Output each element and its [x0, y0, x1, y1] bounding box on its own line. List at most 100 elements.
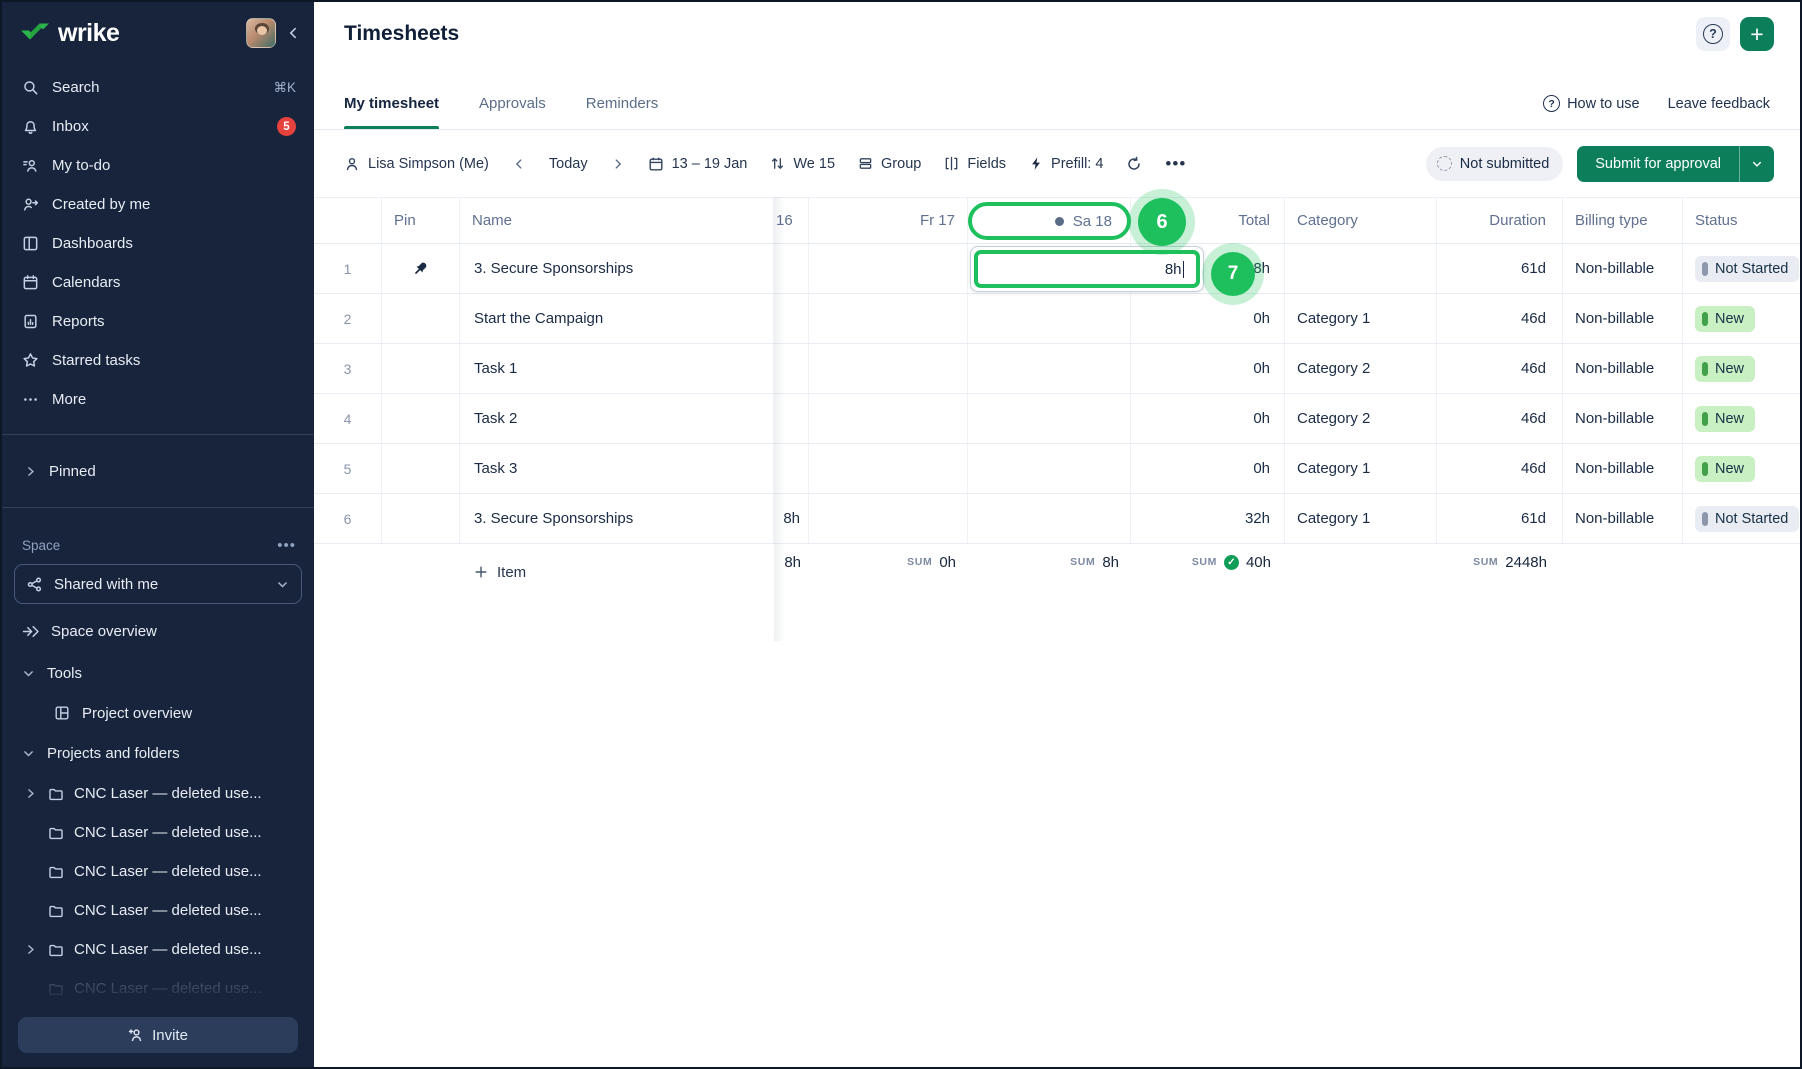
table-row[interactable]: 2Start the Campaign0hCategory 146dNon-bi… [314, 294, 1800, 344]
wrike-logo[interactable]: wrike [20, 19, 119, 48]
submission-status-badge[interactable]: Not submitted [1426, 147, 1563, 181]
space-selector[interactable]: Shared with me [14, 564, 302, 604]
leave-feedback-link[interactable]: Leave feedback [1668, 96, 1770, 112]
add-item-button[interactable]: Item [460, 544, 774, 594]
pin-cell[interactable] [382, 244, 460, 293]
sidebar-collapse-icon[interactable] [286, 26, 300, 40]
task-name-cell[interactable]: Task 1 [460, 344, 774, 393]
pin-cell[interactable] [382, 344, 460, 393]
status-cell[interactable]: New [1683, 444, 1800, 493]
day16-cell[interactable] [774, 394, 809, 443]
sidebar-item-inbox[interactable]: Inbox5 [2, 107, 314, 146]
sa18-cell[interactable] [968, 294, 1131, 343]
prefill-button[interactable]: Prefill: 4 [1029, 156, 1103, 172]
status-badge[interactable]: Not Started [1695, 506, 1799, 532]
day16-cell[interactable] [774, 294, 809, 343]
fields-button[interactable]: Fields [944, 156, 1006, 172]
table-row[interactable]: 4Task 20hCategory 246dNon-billableNew [314, 394, 1800, 444]
more-options-icon[interactable]: ••• [1165, 154, 1186, 174]
pin-cell[interactable] [382, 294, 460, 343]
sa18-cell[interactable] [968, 394, 1131, 443]
sa18-cell[interactable] [968, 344, 1131, 393]
category-cell[interactable]: Category 2 [1285, 394, 1437, 443]
today-button[interactable]: Today [549, 156, 588, 172]
fr17-cell[interactable] [809, 494, 968, 543]
pin-cell[interactable] [382, 394, 460, 443]
task-name-cell[interactable]: 3. Secure Sponsorships [460, 244, 774, 293]
sidebar-item-my-to-do[interactable]: My to-do [2, 146, 314, 185]
sa18-cell[interactable] [968, 444, 1131, 493]
sidebar-item-starred-tasks[interactable]: Starred tasks [2, 341, 314, 380]
sidebar-folder-item[interactable]: CNC Laser — deleted use... [2, 969, 314, 1008]
table-row[interactable]: 63. Secure Sponsorships8h32hCategory 161… [314, 494, 1800, 544]
sidebar-item-project-overview[interactable]: Project overview [2, 694, 314, 732]
sidebar-folder-item[interactable]: CNC Laser — deleted use... [2, 852, 314, 891]
invite-button[interactable]: Invite [18, 1017, 298, 1053]
status-cell[interactable]: New [1683, 344, 1800, 393]
category-cell[interactable]: Category 1 [1285, 294, 1437, 343]
sidebar-item-space-overview[interactable]: Space overview [2, 610, 314, 652]
billing-type-cell[interactable]: Non-billable [1563, 294, 1683, 343]
sidebar-item-created-by-me[interactable]: Created by me [2, 185, 314, 224]
billing-type-cell[interactable]: Non-billable [1563, 244, 1683, 293]
fr17-cell[interactable] [809, 394, 968, 443]
status-badge[interactable]: New [1695, 406, 1755, 432]
fr17-cell[interactable] [809, 444, 968, 493]
date-range-button[interactable]: 13 – 19 Jan [648, 156, 748, 172]
status-badge[interactable]: Not Started [1695, 256, 1799, 282]
space-more-icon[interactable]: ••• [277, 537, 296, 554]
billing-type-cell[interactable]: Non-billable [1563, 344, 1683, 393]
previous-week-button[interactable] [512, 157, 526, 171]
pin-cell[interactable] [382, 444, 460, 493]
day16-cell[interactable]: 8h [774, 494, 809, 543]
sidebar-item-pinned[interactable]: Pinned [2, 450, 314, 492]
sidebar-item-calendars[interactable]: Calendars [2, 263, 314, 302]
billing-type-cell[interactable]: Non-billable [1563, 494, 1683, 543]
billing-type-cell[interactable]: Non-billable [1563, 444, 1683, 493]
tab-approvals[interactable]: Approvals [479, 95, 546, 129]
refresh-icon[interactable] [1126, 156, 1142, 172]
tab-reminders[interactable]: Reminders [586, 95, 659, 129]
task-name-cell[interactable]: 3. Secure Sponsorships [460, 494, 774, 543]
table-row[interactable]: 3Task 10hCategory 246dNon-billableNew [314, 344, 1800, 394]
fr17-cell[interactable] [809, 244, 968, 293]
sidebar-folder-item[interactable]: CNC Laser — deleted use... [2, 891, 314, 930]
sa18-cell[interactable] [968, 494, 1131, 543]
submit-for-approval-button[interactable]: Submit for approval [1577, 146, 1774, 182]
task-name-cell[interactable]: Task 2 [460, 394, 774, 443]
how-to-use-link[interactable]: ? How to use [1543, 95, 1640, 112]
pushpin-icon[interactable] [412, 260, 429, 277]
time-entry-input[interactable]: 8h [1165, 261, 1182, 278]
next-week-button[interactable] [611, 157, 625, 171]
day16-cell[interactable] [774, 344, 809, 393]
fr17-cell[interactable] [809, 344, 968, 393]
status-badge[interactable]: New [1695, 306, 1755, 332]
sidebar-item-search[interactable]: Search⌘K [2, 68, 314, 107]
fr17-cell[interactable] [809, 294, 968, 343]
category-cell[interactable]: Category 1 [1285, 444, 1437, 493]
status-cell[interactable]: Not Started [1683, 494, 1800, 543]
category-cell[interactable]: Category 2 [1285, 344, 1437, 393]
avatar[interactable] [246, 18, 276, 48]
sidebar-item-more[interactable]: More [2, 380, 314, 419]
create-new-button[interactable]: + [1740, 17, 1774, 51]
highlighted-day-column-header[interactable]: Sa 18 [968, 202, 1131, 240]
billing-type-cell[interactable]: Non-billable [1563, 394, 1683, 443]
pin-cell[interactable] [382, 494, 460, 543]
tab-my-timesheet[interactable]: My timesheet [344, 95, 439, 129]
task-name-cell[interactable]: Task 3 [460, 444, 774, 493]
status-cell[interactable]: New [1683, 294, 1800, 343]
sidebar-section-projects-and-folders[interactable]: Projects and folders [2, 732, 314, 774]
task-name-cell[interactable]: Start the Campaign [460, 294, 774, 343]
sidebar-folder-item[interactable]: CNC Laser — deleted use... [2, 774, 314, 813]
category-cell[interactable] [1285, 244, 1437, 293]
sidebar-item-reports[interactable]: Reports [2, 302, 314, 341]
status-cell[interactable]: New [1683, 394, 1800, 443]
user-filter-button[interactable]: Lisa Simpson (Me) [344, 156, 489, 172]
day16-cell[interactable] [774, 444, 809, 493]
sidebar-item-dashboards[interactable]: Dashboards [2, 224, 314, 263]
table-row[interactable]: 5Task 30hCategory 146dNon-billableNew [314, 444, 1800, 494]
group-button[interactable]: Group [858, 156, 921, 172]
sort-button[interactable]: We 15 [770, 156, 835, 172]
time-entry-edit-cell[interactable]: 8h [970, 246, 1204, 292]
